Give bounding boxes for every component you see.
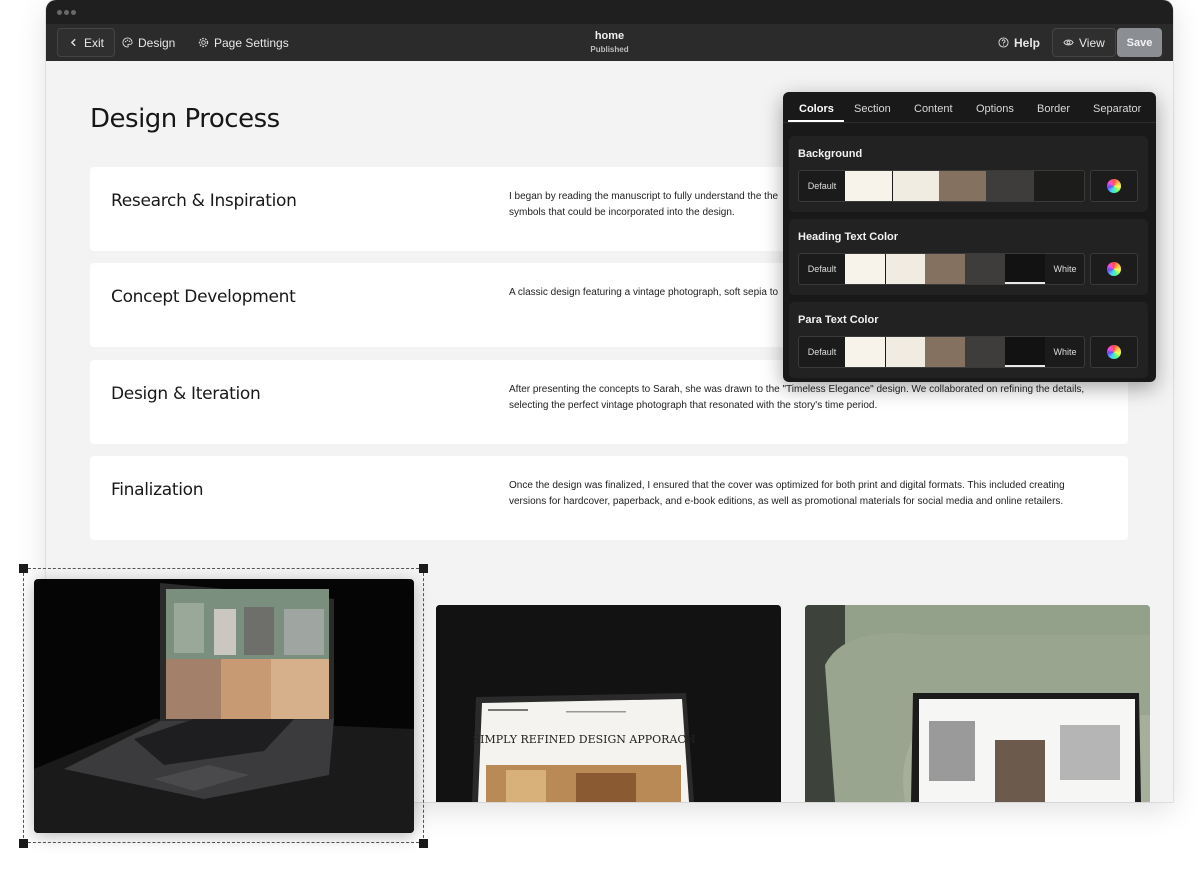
card-description: Once the design was finalized, I ensured… bbox=[509, 480, 1065, 507]
help-label: Help bbox=[1014, 35, 1041, 50]
color-swatch[interactable] bbox=[845, 254, 885, 284]
save-button[interactable]: Save bbox=[1117, 28, 1162, 57]
panel-tabs: Colors Section Content Options Border Se… bbox=[783, 92, 1156, 124]
resize-handle[interactable] bbox=[419, 564, 428, 573]
color-swatch[interactable] bbox=[965, 337, 1005, 367]
active-tab-indicator bbox=[788, 120, 844, 122]
default-option[interactable]: Default bbox=[799, 337, 845, 367]
background-color-group: Background Default bbox=[789, 136, 1148, 212]
color-wheel-icon bbox=[1107, 345, 1121, 359]
tab-border[interactable]: Border bbox=[1037, 103, 1070, 115]
resize-handle[interactable] bbox=[419, 839, 428, 848]
white-option[interactable]: White bbox=[1045, 254, 1084, 284]
card-title: Design & Iteration bbox=[111, 384, 261, 404]
group-label: Para Text Color bbox=[798, 314, 879, 326]
help-button[interactable]: Help bbox=[998, 28, 1040, 57]
default-option[interactable]: Default bbox=[799, 254, 845, 284]
group-label: Heading Text Color bbox=[798, 231, 899, 243]
style-panel: Colors Section Content Options Border Se… bbox=[783, 92, 1156, 382]
color-swatch[interactable] bbox=[845, 171, 892, 201]
para-text-color-group: Para Text Color Default White bbox=[789, 302, 1148, 378]
gallery-image[interactable]: SIMPLY REFINED DESIGN APPORACH bbox=[436, 605, 781, 802]
color-swatch[interactable] bbox=[965, 254, 1005, 284]
thumb-heading: SIMPLY REFINED DESIGN APPORACH bbox=[473, 733, 696, 746]
section-title[interactable]: Design Process bbox=[90, 104, 280, 134]
help-circle-icon bbox=[998, 37, 1009, 48]
tab-colors[interactable]: Colors bbox=[799, 103, 834, 115]
view-label: View bbox=[1079, 35, 1105, 50]
color-swatch[interactable] bbox=[986, 171, 1034, 201]
custom-color-button[interactable] bbox=[1090, 336, 1138, 368]
tab-section[interactable]: Section bbox=[854, 103, 891, 115]
editor-toolbar: Exit Design Page Settings home Published… bbox=[46, 24, 1173, 61]
resize-handle[interactable] bbox=[19, 564, 28, 573]
swatch-row: Default bbox=[798, 170, 1085, 202]
view-button[interactable]: View bbox=[1052, 28, 1116, 57]
tabs-divider bbox=[783, 122, 1156, 123]
color-wheel-icon bbox=[1107, 262, 1121, 276]
laptop-on-chair-image bbox=[805, 605, 1150, 802]
color-swatch[interactable] bbox=[925, 254, 965, 284]
window-dot bbox=[57, 10, 62, 15]
tab-options[interactable]: Options bbox=[976, 103, 1014, 115]
laptop-dark-image bbox=[34, 579, 414, 833]
color-swatch[interactable] bbox=[885, 254, 925, 284]
eye-icon bbox=[1063, 39, 1074, 46]
selected-gallery-image[interactable] bbox=[34, 579, 414, 833]
group-label: Background bbox=[798, 148, 863, 160]
color-swatch[interactable] bbox=[939, 171, 986, 201]
card-description: After presenting the concepts to Sarah, … bbox=[509, 384, 1085, 411]
color-swatch[interactable] bbox=[925, 337, 965, 367]
default-option[interactable]: Default bbox=[799, 171, 845, 201]
color-swatch[interactable] bbox=[1034, 171, 1084, 201]
card-title: Concept Development bbox=[111, 287, 296, 307]
color-swatch[interactable] bbox=[892, 171, 939, 201]
swatch-row: Default White bbox=[798, 253, 1085, 285]
process-card[interactable]: Finalization Once the design was finaliz… bbox=[90, 456, 1128, 540]
white-option[interactable]: White bbox=[1045, 337, 1084, 367]
card-title: Finalization bbox=[111, 480, 204, 500]
tab-content[interactable]: Content bbox=[914, 103, 953, 115]
gallery-image[interactable] bbox=[805, 605, 1150, 802]
window-dot bbox=[71, 10, 76, 15]
window-dot bbox=[64, 10, 69, 15]
resize-handle[interactable] bbox=[19, 839, 28, 848]
window-titlebar bbox=[46, 0, 1173, 24]
laptop-mockup-image: SIMPLY REFINED DESIGN APPORACH bbox=[436, 605, 781, 802]
custom-color-button[interactable] bbox=[1090, 253, 1138, 285]
card-title: Research & Inspiration bbox=[111, 191, 297, 211]
tab-separator[interactable]: Separator bbox=[1093, 103, 1141, 115]
custom-color-button[interactable] bbox=[1090, 170, 1138, 202]
color-swatch-selected[interactable] bbox=[1005, 337, 1045, 367]
color-swatch-selected[interactable] bbox=[1005, 254, 1045, 284]
swatch-row: Default White bbox=[798, 336, 1085, 368]
color-swatch[interactable] bbox=[845, 337, 885, 367]
heading-text-color-group: Heading Text Color Default White bbox=[789, 219, 1148, 295]
color-swatch[interactable] bbox=[885, 337, 925, 367]
color-wheel-icon bbox=[1107, 179, 1121, 193]
